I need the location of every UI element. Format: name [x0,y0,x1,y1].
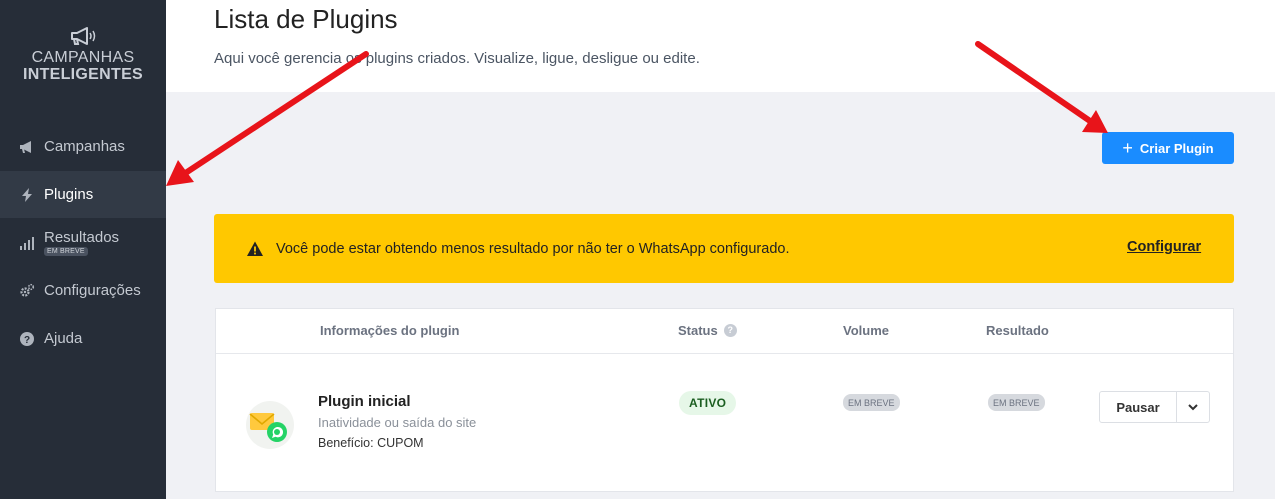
column-header-volume: Volume [843,323,889,338]
help-icon[interactable]: ? [723,324,737,337]
bar-chart-icon [18,234,36,252]
whatsapp-warning-alert: Você pode estar obtendo menos resultado … [214,214,1234,283]
svg-text:?: ? [24,335,30,346]
sidebar: CAMPANHAS INTELIGENTES Campanhas Plugins… [0,0,166,499]
gears-icon [18,282,36,300]
alert-message: Você pode estar obtendo menos resultado … [276,240,790,257]
page-header: Lista de Plugins Aqui você gerencia os p… [166,0,1275,92]
status-badge: ATIVO [679,391,737,415]
configure-link[interactable]: Configurar [1127,239,1201,255]
plugins-table: Informações do plugin Status ? Volume Re… [215,308,1234,492]
pause-button[interactable]: Pausar [1100,392,1177,422]
warning-icon [247,241,263,256]
whatsapp-envelope-icon [246,401,294,449]
table-header: Informações do plugin Status ? Volume Re… [216,309,1233,354]
plugin-name[interactable]: Plugin inicial [318,393,411,410]
sidebar-item-label: Resultados [44,229,120,246]
bolt-icon [18,186,36,204]
page-title: Lista de Plugins [214,4,398,34]
megaphone-icon [71,27,96,45]
column-header-status: Status ? [678,323,737,338]
sidebar-item-label: Configurações [44,282,141,299]
question-circle-icon: ? [18,330,36,348]
sidebar-item-resultados[interactable]: Resultados EM BREVE [0,219,166,266]
sidebar-item-ajuda[interactable]: ? Ajuda [0,315,166,362]
column-header-info: Informações do plugin [320,323,460,338]
megaphone-icon [18,138,36,156]
sidebar-item-label: Plugins [44,186,94,203]
row-action-group: Pausar [1099,391,1210,423]
brand-name-line2: INTELIGENTES [22,66,144,83]
plus-icon: + [1122,138,1133,158]
sidebar-item-label: Campanhas [44,138,125,155]
plugin-benefit: Benefício: CUPOM [318,436,424,450]
sidebar-item-plugins[interactable]: Plugins [0,171,166,218]
sidebar-item-campanhas[interactable]: Campanhas [0,123,166,170]
volume-coming-soon-badge: EM BREVE [843,394,900,411]
column-header-status-label: Status [678,323,718,338]
brand-logo[interactable]: CAMPANHAS INTELIGENTES [0,25,166,83]
brand-name-line1: CAMPANHAS [31,49,135,66]
create-plugin-label: Criar Plugin [1139,140,1214,156]
sidebar-item-label: Ajuda [44,330,83,347]
create-plugin-button[interactable]: + Criar Plugin [1102,132,1234,164]
plugin-description: Inatividade ou saída do site [318,415,477,430]
sidebar-item-configuracoes[interactable]: Configurações [0,267,166,314]
column-header-result: Resultado [986,323,1049,338]
more-actions-dropdown[interactable] [1177,392,1209,422]
result-coming-soon-badge: EM BREVE [988,394,1045,411]
coming-soon-badge: EM BREVE [44,247,88,256]
chevron-down-icon [1188,403,1198,410]
page-subtitle: Aqui você gerencia os plugins criados. V… [214,50,700,67]
